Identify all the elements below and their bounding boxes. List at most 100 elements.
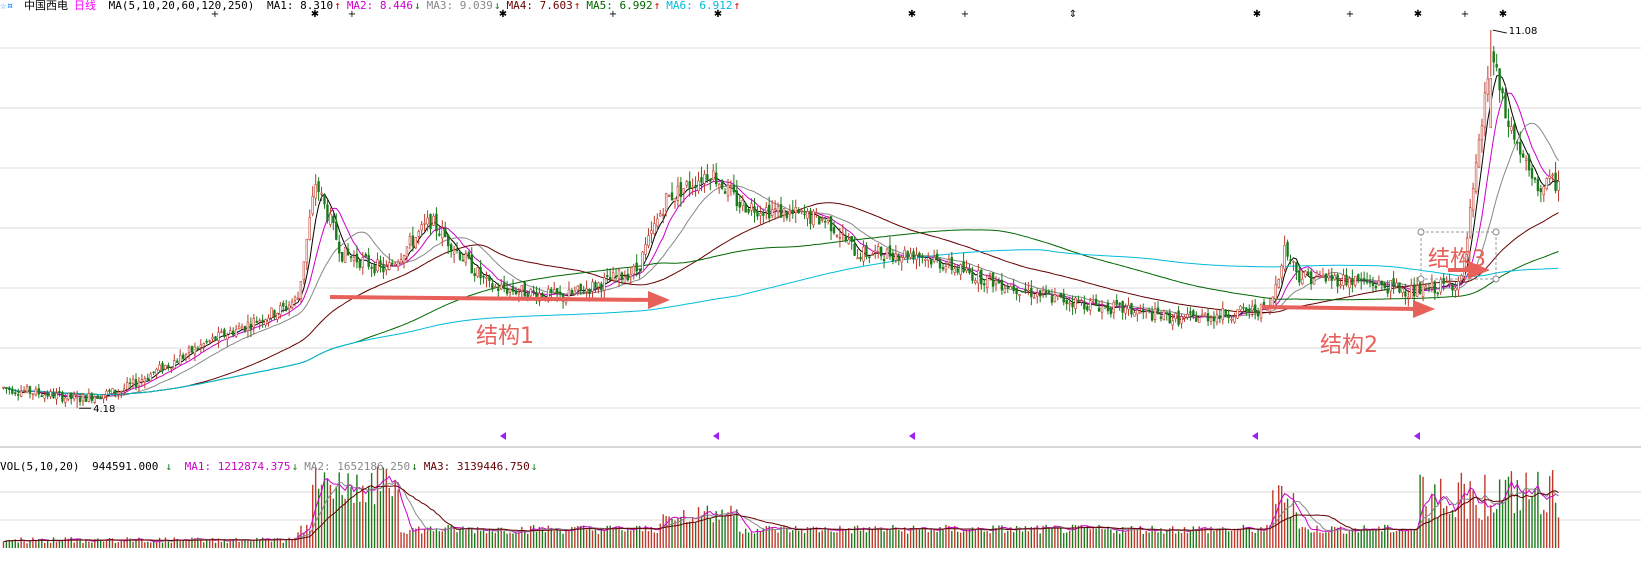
candle-body — [308, 217, 311, 241]
candle-body — [64, 397, 67, 403]
candle-body — [226, 334, 229, 340]
candle-body — [214, 336, 217, 341]
structure-annotations: 4.18 11.08 结构1 结构2 结构3 — [79, 26, 1537, 415]
candle-body — [49, 391, 52, 397]
candle-body — [1480, 125, 1484, 141]
candle-body — [1454, 287, 1457, 291]
candle-body — [1557, 181, 1560, 191]
candle-body — [644, 244, 647, 255]
candle-body — [882, 259, 886, 262]
candle-body — [826, 217, 830, 222]
candle-body — [223, 329, 226, 337]
candle-body — [956, 268, 959, 273]
candle-body — [270, 307, 273, 319]
candle-body — [768, 204, 771, 219]
candle-body — [464, 253, 468, 263]
candle-body — [1033, 297, 1036, 299]
candle-body — [1474, 162, 1478, 193]
candle-body — [1145, 309, 1148, 312]
candle-body — [273, 310, 276, 318]
stock-name[interactable]: 中国西电 — [24, 0, 68, 12]
candle-body — [1345, 274, 1348, 286]
candle-body — [567, 289, 571, 299]
candle-body — [455, 249, 459, 251]
candle-body — [491, 283, 494, 290]
selection-handle[interactable] — [1417, 228, 1425, 236]
candle-body — [117, 392, 120, 395]
candle-body — [1368, 281, 1372, 284]
candle-body — [1251, 306, 1254, 311]
candle-body — [670, 192, 674, 200]
candle-body — [950, 257, 954, 271]
candle-body — [1468, 207, 1472, 238]
candle-body — [1315, 272, 1319, 277]
candle-body — [994, 280, 998, 285]
candle-body — [876, 246, 880, 253]
period-marker-icon — [1414, 432, 1420, 440]
candle-body — [661, 214, 665, 216]
candle-body — [753, 206, 756, 213]
candle-body — [511, 286, 515, 292]
candle-body — [1495, 64, 1498, 68]
candle-body — [1012, 285, 1015, 291]
period-label[interactable]: 日线 — [74, 0, 96, 12]
candle-body — [659, 213, 662, 217]
candle-body — [252, 318, 256, 328]
candle-body — [1030, 287, 1033, 298]
candle-body — [105, 390, 108, 396]
candle-body — [1053, 294, 1057, 302]
candle-body — [84, 395, 88, 402]
candle-body — [1357, 274, 1360, 281]
candle-body — [40, 395, 43, 398]
candle-body — [1542, 186, 1546, 196]
candle-body — [196, 347, 200, 350]
candle-body — [703, 174, 706, 184]
candle-body — [332, 215, 335, 223]
candle-body — [1127, 304, 1130, 310]
candle-body — [673, 198, 677, 202]
stock-logo-icon: ☆¤ — [0, 0, 14, 12]
selection-handle[interactable] — [1417, 275, 1425, 283]
candle-body — [1256, 310, 1260, 317]
candle-body — [944, 265, 948, 271]
candle-body — [1510, 126, 1513, 131]
candle-body — [494, 286, 497, 288]
candle-body — [762, 213, 765, 216]
candle-body — [1283, 245, 1286, 270]
candle-body — [370, 266, 373, 269]
candle-body — [856, 257, 859, 260]
candle-body — [650, 230, 653, 234]
ma6-line — [3, 249, 1559, 396]
candle-body — [794, 207, 797, 213]
candle-body — [879, 246, 883, 257]
candle-body — [1050, 296, 1054, 303]
period-marker-icon — [909, 432, 915, 440]
candle-body — [1348, 278, 1351, 289]
candle-body — [1198, 317, 1201, 323]
candle-body — [61, 392, 64, 402]
selection-handle[interactable] — [1492, 275, 1500, 283]
volume-ma-values: MA1: 1212874.375↓ MA2: 1652186.250↓ MA3: 3… — [185, 460, 544, 473]
candle-body — [1021, 291, 1024, 293]
candle-body — [479, 266, 482, 279]
selection-handle[interactable] — [1492, 228, 1500, 236]
signal-marker-icon: + — [1346, 9, 1354, 20]
candle-body — [850, 236, 853, 242]
candle-body — [1545, 178, 1548, 190]
candle-body — [523, 282, 526, 297]
candle-body — [1215, 314, 1219, 323]
candle-body — [1047, 291, 1051, 295]
volume-indicator-header: VOL(5,10,20) 944591.000 ↓ MA1: 1212874.37… — [0, 460, 549, 474]
candle-body — [591, 281, 594, 292]
signal-marker-icon: + — [961, 9, 969, 20]
candle-body — [953, 268, 956, 273]
candle-body — [46, 392, 49, 397]
candle-body — [1539, 188, 1543, 193]
candle-body — [1301, 278, 1304, 285]
candle-body — [1136, 309, 1139, 315]
candle-body — [1000, 279, 1004, 291]
candle-body — [1289, 259, 1292, 262]
candle-body — [240, 326, 244, 330]
candle-body — [1404, 291, 1407, 297]
candle-body — [1186, 313, 1189, 318]
